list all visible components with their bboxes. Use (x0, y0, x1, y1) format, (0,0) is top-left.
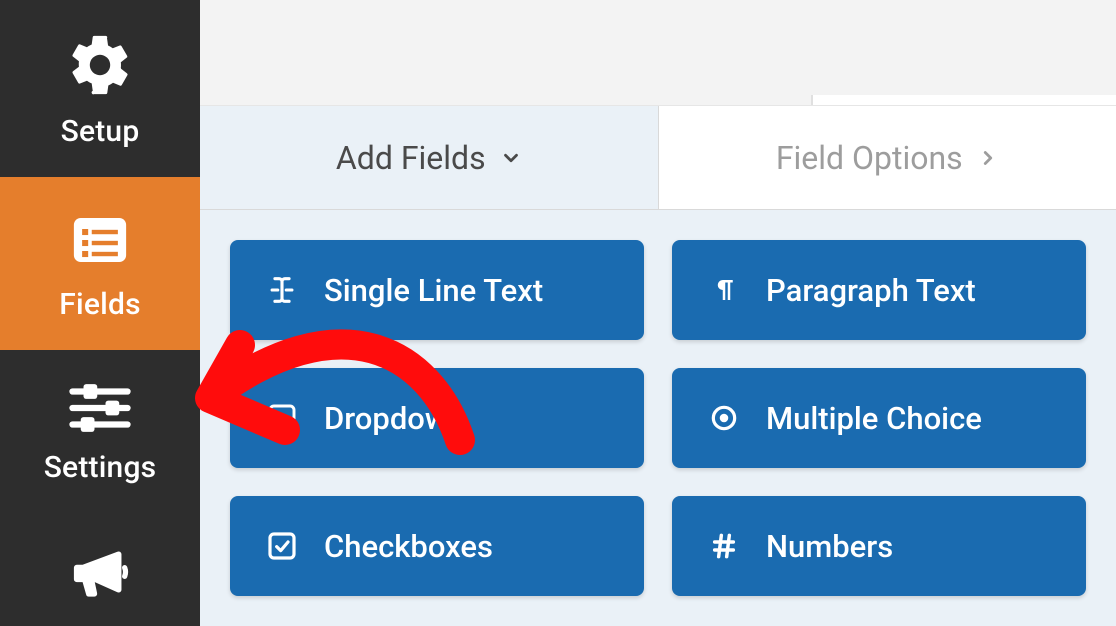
check-square-icon (262, 530, 302, 562)
radio-target-icon (704, 402, 744, 434)
paragraph-icon (704, 275, 744, 305)
field-button-dropdown[interactable]: Dropdown (230, 368, 644, 468)
sliders-icon (67, 380, 133, 436)
tab-label: Field Options (776, 139, 963, 177)
tab-add-fields[interactable]: Add Fields (200, 106, 658, 209)
field-button-checkboxes[interactable]: Checkboxes (230, 496, 644, 596)
chevron-down-icon (500, 147, 522, 169)
sidebar: Setup Fields Settings (0, 0, 200, 626)
tabs: Add Fields Field Options (200, 106, 1116, 210)
sidebar-item-label: Settings (44, 450, 157, 485)
field-button-label: Checkboxes (324, 528, 493, 565)
tab-label: Add Fields (336, 139, 486, 177)
sidebar-item-label: Fields (59, 287, 140, 322)
text-cursor-icon (262, 273, 302, 307)
tab-field-options[interactable]: Field Options (658, 106, 1116, 209)
field-button-numbers[interactable]: Numbers (672, 496, 1086, 596)
sidebar-item-marketing[interactable] (0, 513, 200, 611)
caret-square-down-icon (262, 402, 302, 434)
field-button-label: Dropdown (324, 400, 465, 437)
top-bar-notch (811, 95, 1116, 105)
fields-grid: Single Line Text Paragraph Text Dropdown (230, 240, 1086, 596)
sidebar-item-settings[interactable]: Settings (0, 350, 200, 513)
field-button-single-line-text[interactable]: Single Line Text (230, 240, 644, 340)
app-root: Setup Fields Settings (0, 0, 1116, 626)
list-icon (67, 207, 133, 273)
field-button-label: Multiple Choice (766, 400, 982, 437)
field-button-paragraph-text[interactable]: Paragraph Text (672, 240, 1086, 340)
main-area: Add Fields Field Options (200, 0, 1116, 626)
field-button-multiple-choice[interactable]: Multiple Choice (672, 368, 1086, 468)
content-area: Add Fields Field Options (200, 106, 1116, 626)
top-bar (200, 0, 1116, 106)
sidebar-item-label: Setup (61, 114, 140, 149)
field-button-label: Numbers (766, 528, 893, 565)
gear-icon (65, 30, 135, 100)
field-button-label: Paragraph Text (766, 272, 976, 309)
chevron-right-icon (977, 147, 999, 169)
hash-icon (704, 530, 744, 562)
fields-panel: Single Line Text Paragraph Text Dropdown (200, 210, 1116, 626)
megaphone-icon (65, 543, 135, 601)
field-button-label: Single Line Text (324, 272, 543, 309)
sidebar-item-fields[interactable]: Fields (0, 177, 200, 350)
sidebar-item-setup[interactable]: Setup (0, 0, 200, 177)
